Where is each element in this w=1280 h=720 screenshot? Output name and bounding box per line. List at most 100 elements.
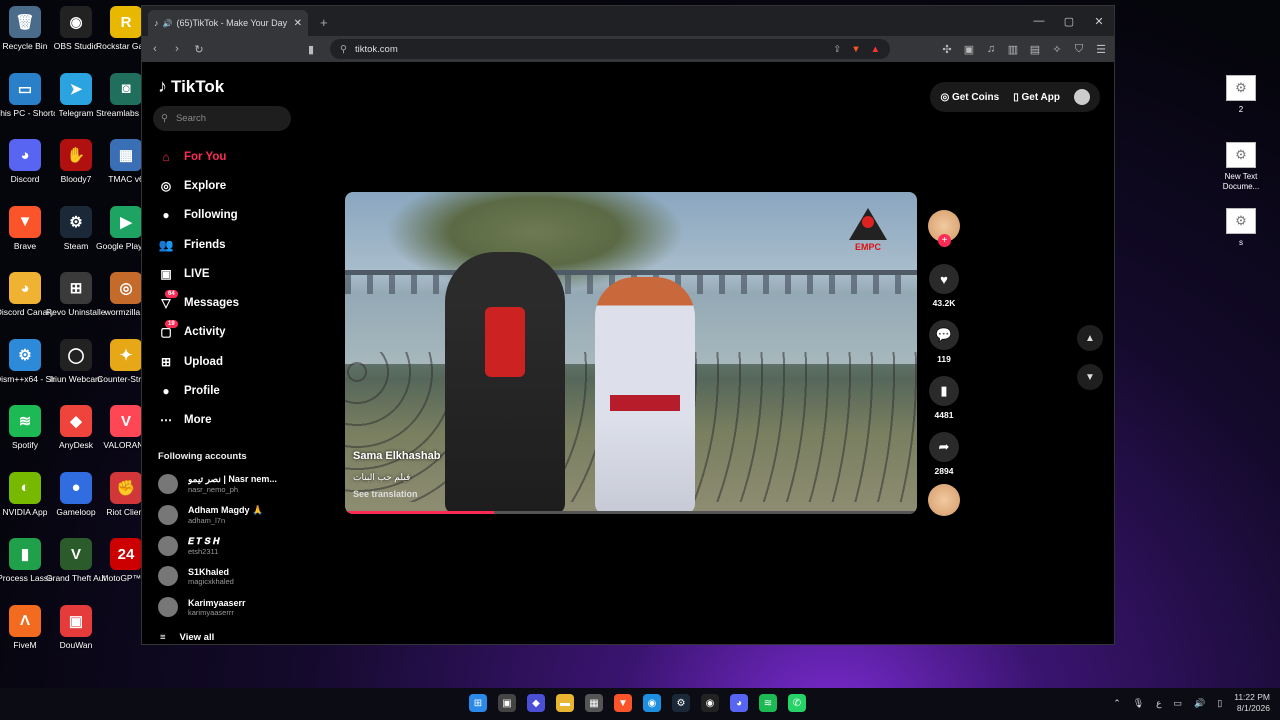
sidebar-item-profile[interactable]: ● Profile — [158, 376, 298, 405]
task-view-icon[interactable]: ▣ — [498, 694, 516, 712]
view-all-label: View all — [179, 632, 215, 643]
sidebar-item-messages[interactable]: ▽ 64 Messages — [158, 288, 298, 317]
mic-icon[interactable]: 🎙 — [1133, 698, 1144, 709]
profile-avatar[interactable] — [1074, 89, 1090, 105]
sidebar-item-for-you[interactable]: ⌂ For You — [158, 142, 298, 171]
desktop-icon-douwan[interactable]: ▣ DouWan — [46, 604, 106, 650]
following-account-item[interactable]: 𝑬 𝑻 𝑺 𝑯etsh2311 — [158, 535, 298, 556]
close-window-icon[interactable]: ✕ — [1084, 6, 1114, 36]
copilot-icon[interactable]: ◆ — [527, 694, 545, 712]
avatar — [158, 535, 178, 556]
get-app-button[interactable]: ▯ Get App — [1013, 92, 1060, 103]
bookmark-icon[interactable]: ▮ — [304, 43, 318, 56]
sidebar-item-explore[interactable]: ◎ Explore — [158, 171, 298, 200]
sidebar-item-following[interactable]: ● Following — [158, 201, 298, 230]
reload-icon[interactable]: ↻ — [192, 43, 206, 56]
speaker-icon[interactable]: 🔊 — [163, 19, 173, 28]
video-progress-fill — [345, 511, 494, 514]
brave-taskbar-icon[interactable]: ▼ — [614, 694, 632, 712]
next-video-button[interactable]: ▼ — [1077, 364, 1103, 390]
following-account-item[interactable]: Adham Magdy 🙏 adham_l7n — [158, 504, 298, 525]
friends-icon: 👥 — [158, 237, 174, 252]
minimize-icon[interactable]: — — [1024, 6, 1054, 36]
clock-time: 11:22 PM — [1234, 692, 1270, 702]
desktop-icon-file-s[interactable]: ⚙ s — [1211, 208, 1271, 248]
like-button[interactable]: ♥ — [929, 264, 959, 294]
desktop-icon-label: Riot Client — [106, 506, 146, 517]
desktop-icon-new-text-document[interactable]: ⚙ New Text Docume... — [1211, 142, 1271, 192]
network-icon[interactable]: ▭ — [1174, 698, 1183, 709]
maximize-icon[interactable]: ▢ — [1054, 6, 1084, 36]
desktop-icon-label: Gameloop — [56, 506, 96, 517]
leo-ai-icon[interactable]: ✧ — [1050, 43, 1064, 56]
file-icon: ⚙ — [1226, 75, 1256, 101]
video-author[interactable]: Sama Elkhashab — [353, 450, 440, 462]
spotify-taskbar-icon[interactable]: ≋ — [759, 694, 777, 712]
app-icon: ▭ — [9, 72, 41, 105]
media-icon[interactable]: ♫ — [984, 43, 998, 56]
sidebar-item-more[interactable]: ⋯ More — [158, 406, 298, 435]
desktop-icon-label: Discord — [10, 174, 40, 184]
sidebar-item-activity[interactable]: ▢ 19 Activity — [158, 318, 298, 347]
video-progress-bar[interactable] — [345, 511, 917, 514]
steam-taskbar-icon[interactable]: ⚙ — [672, 694, 690, 712]
store-icon[interactable]: ▦ — [585, 694, 603, 712]
tab-tiktok[interactable]: ♪ 🔊 (65)TikTok - Make Your Day ✕ — [148, 10, 308, 36]
brave-shields-icon[interactable]: ▼ — [851, 44, 860, 55]
video-player[interactable]: EMPC Sama Elkhashab فيلم حب البنات See t… — [345, 192, 917, 514]
site-info-icon[interactable]: ⚲ — [340, 44, 347, 55]
desktop-icon-label: s — [1239, 238, 1243, 247]
tray-overflow-icon[interactable]: ⌃ — [1113, 698, 1121, 709]
discord-taskbar-icon[interactable]: ◕ — [730, 694, 748, 712]
action-rail: + ♥ 43.2K 💬 119 ▮ 4481 ➦ 2894 — [927, 210, 961, 516]
following-account-item[interactable]: Karimyaaserr karimyaaserrr — [158, 597, 298, 618]
sidebar-item-upload[interactable]: ⊞ Upload — [158, 347, 298, 376]
wallet-icon[interactable]: ▤ — [1028, 43, 1042, 56]
search-placeholder: Search — [175, 113, 207, 124]
sidebar-item-friends[interactable]: 👥 Friends — [158, 230, 298, 259]
menu-icon[interactable]: ☰ — [1094, 43, 1108, 56]
share-icon[interactable]: ⇪ — [833, 44, 841, 55]
save-button[interactable]: ▮ — [929, 376, 959, 406]
follow-plus-icon[interactable]: + — [938, 234, 951, 247]
brave-rewards-icon[interactable]: ▲ — [871, 44, 880, 55]
video-caption: فيلم حب البنات — [353, 472, 411, 482]
obs-taskbar-icon[interactable]: ◉ — [701, 694, 719, 712]
forward-icon[interactable]: › — [170, 43, 184, 55]
tiktok-logo[interactable]: ♪ TikTok — [158, 76, 224, 97]
search-input[interactable]: ⚲ Search — [153, 106, 291, 131]
app-icon: V — [60, 538, 92, 570]
sound-disc-icon[interactable] — [928, 484, 960, 516]
sidebar-item-live[interactable]: ▣ LIVE — [158, 259, 298, 288]
battery-icon[interactable]: ▯ — [1217, 698, 1222, 709]
share-button[interactable]: ➦ — [929, 432, 959, 462]
volume-icon[interactable]: 🔊 — [1194, 698, 1205, 709]
get-coins-label: Get Coins — [951, 91, 1000, 103]
following-account-item[interactable]: S1Khaled magicxkhaled — [158, 566, 298, 587]
get-coins-button[interactable]: ◎ Get Coins — [940, 92, 999, 103]
desktop-icon-file-2[interactable]: ⚙ 2 — [1211, 75, 1271, 115]
app-icon: ✊ — [110, 471, 142, 504]
start-icon[interactable]: ⊞ — [469, 694, 487, 712]
clock[interactable]: 11:22 PM 8/1/2026 — [1234, 692, 1270, 714]
following-account-item[interactable]: نصر تيمو | Nasr nem... nasr_nemo_ph — [158, 474, 298, 494]
new-tab-button[interactable]: + — [320, 15, 328, 30]
whatsapp-taskbar-icon[interactable]: ✆ — [788, 694, 806, 712]
tab-close-icon[interactable]: ✕ — [294, 18, 302, 29]
vpn-icon[interactable]: ⛉ — [1072, 43, 1086, 56]
edge-icon[interactable]: ◉ — [643, 694, 661, 712]
comment-button[interactable]: 💬 — [929, 320, 959, 350]
extensions-icon[interactable]: ✣ — [940, 43, 954, 56]
previous-video-button[interactable]: ▲ — [1077, 325, 1103, 351]
address-bar[interactable]: ⚲ tiktok.com ⇪ ▼ ▲ — [330, 39, 890, 59]
view-all-button[interactable]: ≡ View all — [160, 632, 214, 643]
screenshot-icon[interactable]: ▣ — [962, 43, 976, 56]
file-explorer-icon[interactable]: ▬ — [556, 694, 574, 712]
back-icon[interactable]: ‹ — [148, 43, 162, 55]
see-translation-link[interactable]: See translation — [353, 489, 440, 499]
desktop-icon-label: DouWan — [59, 639, 93, 650]
upload-icon: ⊞ — [160, 354, 172, 369]
sidebar-icon[interactable]: ▥ — [1006, 43, 1020, 56]
language-indicator[interactable]: ع — [1156, 698, 1161, 709]
creator-avatar[interactable]: + — [928, 210, 960, 247]
